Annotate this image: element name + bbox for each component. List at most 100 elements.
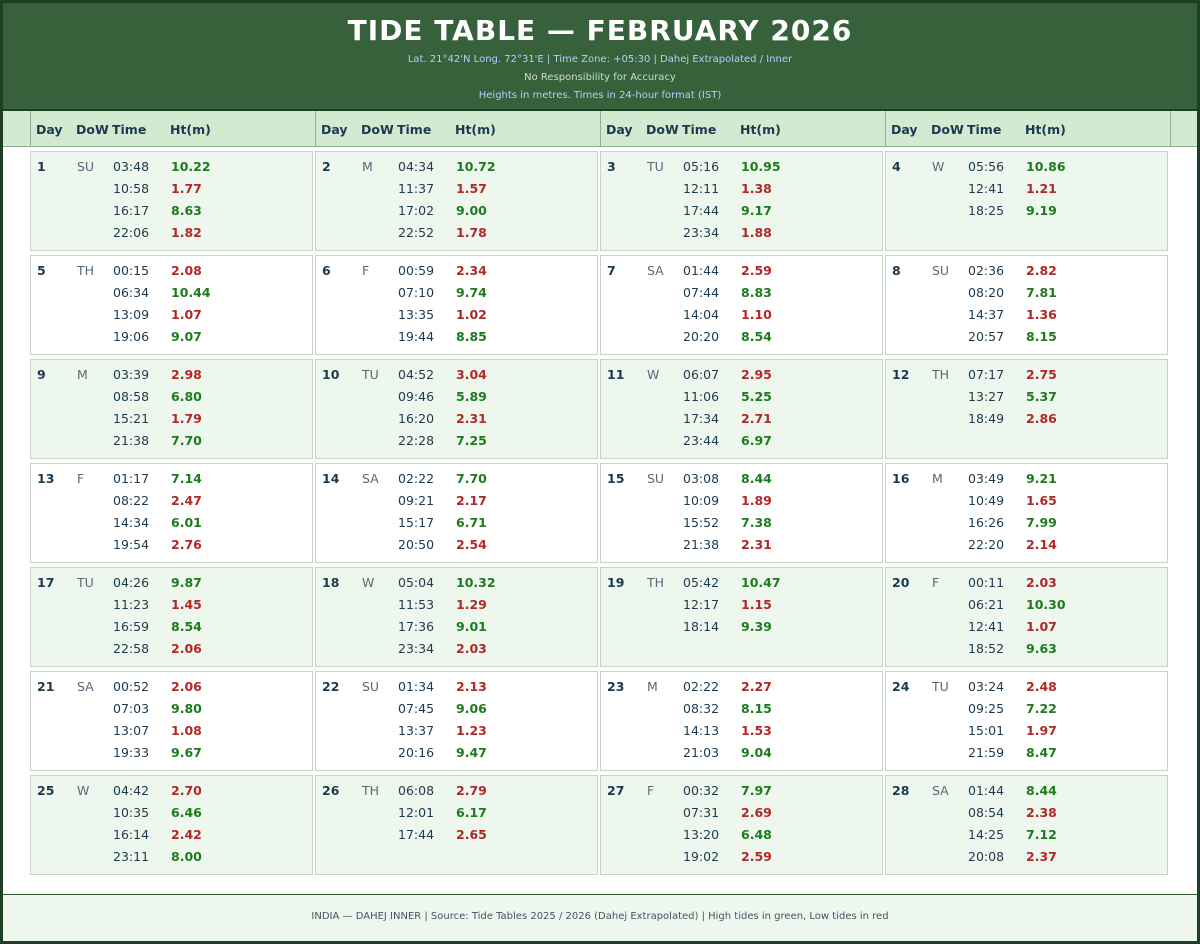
low-tide-height: 2.98	[171, 367, 202, 382]
dow-column-header: DoW	[76, 122, 109, 137]
low-tide-height: 2.38	[1026, 805, 1057, 820]
tide-time: 20:20	[683, 329, 720, 344]
low-tide-height: 1.38	[741, 181, 772, 196]
column-header-group: Day DoW Time Ht(m)	[316, 111, 601, 146]
tide-time: 05:16	[683, 159, 720, 174]
high-tide-height: 10.44	[171, 285, 211, 300]
tide-entry: 22:58 2.06	[31, 641, 312, 663]
tide-time: 08:32	[683, 701, 720, 716]
day-cell: 14 SA 02:22 7.70 09:21 2.17 15:17 6.71 20:50 2.54	[315, 463, 598, 563]
tide-entry: 19:54 2.76	[31, 537, 312, 559]
high-tide-height: 6.46	[171, 805, 202, 820]
tide-entry: 12:41 1.07	[886, 619, 1167, 641]
page-title: TIDE TABLE — FEBRUARY 2026	[347, 14, 853, 47]
tide-entry: 13:37 1.23	[316, 723, 597, 745]
high-tide-height: 8.00	[171, 849, 202, 864]
day-cell: 12 TH 07:17 2.75 13:27 5.37 18:49 2.86	[885, 359, 1168, 459]
tide-time: 00:15	[113, 263, 150, 278]
tide-time: 05:04	[398, 575, 435, 590]
high-tide-height: 8.44	[1026, 783, 1057, 798]
tide-time: 12:17	[683, 597, 720, 612]
low-tide-height: 1.15	[741, 597, 772, 612]
tide-entry: 08:54 2.38	[886, 805, 1167, 827]
low-tide-height: 2.34	[456, 263, 487, 278]
high-tide-height: 9.07	[171, 329, 202, 344]
tide-entry: 08:32 8.15	[601, 701, 882, 723]
tide-entry: 01:44 8.44	[886, 783, 1167, 805]
tide-time: 15:21	[113, 411, 150, 426]
dow-column-header: DoW	[646, 122, 679, 137]
tide-time: 14:37	[968, 307, 1005, 322]
tide-table-page: TIDE TABLE — FEBRUARY 2026 Lat. 21°42'N …	[3, 3, 1197, 941]
tide-time: 02:22	[398, 471, 435, 486]
tide-entry: 07:44 8.83	[601, 285, 882, 307]
tide-entry: 22:20 2.14	[886, 537, 1167, 559]
low-tide-height: 2.71	[741, 411, 772, 426]
tide-time: 14:13	[683, 723, 720, 738]
tide-time: 19:33	[113, 745, 150, 760]
tide-entry: 07:10 9.74	[316, 285, 597, 307]
tide-entry: 18:25 9.19	[886, 203, 1167, 225]
tide-time: 08:22	[113, 493, 150, 508]
day-cell: 27 F 00:32 7.97 07:31 2.69 13:20 6.48 19:02 2.59	[600, 775, 883, 875]
tide-time: 10:35	[113, 805, 150, 820]
high-tide-height: 6.17	[456, 805, 487, 820]
tide-entry: 04:42 2.70	[31, 783, 312, 805]
tide-entry: 09:25 7.22	[886, 701, 1167, 723]
tide-time: 03:48	[113, 159, 150, 174]
day-column-header: Day	[36, 122, 63, 137]
tide-entry: 00:32 7.97	[601, 783, 882, 805]
tide-entry: 18:49 2.86	[886, 411, 1167, 433]
high-tide-height: 9.00	[456, 203, 487, 218]
tide-time: 11:23	[113, 597, 150, 612]
tide-entry: 05:56 10.86	[886, 159, 1167, 181]
high-tide-height: 10.47	[741, 575, 781, 590]
tide-entry: 22:06 1.82	[31, 225, 312, 247]
tide-entry: 00:15 2.08	[31, 263, 312, 285]
high-tide-height: 9.47	[456, 745, 487, 760]
day-cell: 24 TU 03:24 2.48 09:25 7.22 15:01 1.97 21:59 8.47	[885, 671, 1168, 771]
tide-entry: 00:11 2.03	[886, 575, 1167, 597]
tide-entry: 13:07 1.08	[31, 723, 312, 745]
low-tide-height: 2.59	[741, 849, 772, 864]
tide-time: 16:26	[968, 515, 1005, 530]
tide-entry: 16:59 8.54	[31, 619, 312, 641]
tide-entry: 12:41 1.21	[886, 181, 1167, 203]
tide-time: 01:44	[683, 263, 720, 278]
low-tide-height: 1.79	[171, 411, 202, 426]
tide-time: 20:16	[398, 745, 435, 760]
tide-entry: 01:34 2.13	[316, 679, 597, 701]
tide-time: 19:06	[113, 329, 150, 344]
low-tide-height: 2.14	[1026, 537, 1057, 552]
low-tide-height: 1.45	[171, 597, 202, 612]
tide-entry: 19:06 9.07	[31, 329, 312, 351]
high-tide-height: 7.25	[456, 433, 487, 448]
tide-entry: 17:36 9.01	[316, 619, 597, 641]
tide-time: 06:21	[968, 597, 1005, 612]
tide-entry: 02:22 7.70	[316, 471, 597, 493]
tide-time: 18:25	[968, 203, 1005, 218]
tide-entry: 04:52 3.04	[316, 367, 597, 389]
tide-entry: 08:58 6.80	[31, 389, 312, 411]
tide-entry: 15:52 7.38	[601, 515, 882, 537]
high-tide-height: 10.22	[171, 159, 211, 174]
tide-entry: 15:21 1.79	[31, 411, 312, 433]
tide-time: 07:17	[968, 367, 1005, 382]
tide-time: 09:25	[968, 701, 1005, 716]
low-tide-height: 1.29	[456, 597, 487, 612]
tide-time: 13:09	[113, 307, 150, 322]
column-header-group: Day DoW Time Ht(m)	[601, 111, 886, 146]
tide-time: 08:58	[113, 389, 150, 404]
tide-time: 15:52	[683, 515, 720, 530]
tide-entry: 18:52 9.63	[886, 641, 1167, 663]
high-tide-height: 9.74	[456, 285, 487, 300]
tide-time: 13:35	[398, 307, 435, 322]
tide-entry: 11:53 1.29	[316, 597, 597, 619]
disclaimer: No Responsibility for Accuracy	[524, 72, 676, 83]
tide-time: 22:28	[398, 433, 435, 448]
tide-time: 04:42	[113, 783, 150, 798]
tide-entry: 19:33 9.67	[31, 745, 312, 767]
tide-time: 06:08	[398, 783, 435, 798]
low-tide-height: 1.10	[741, 307, 772, 322]
high-tide-height: 7.38	[741, 515, 772, 530]
